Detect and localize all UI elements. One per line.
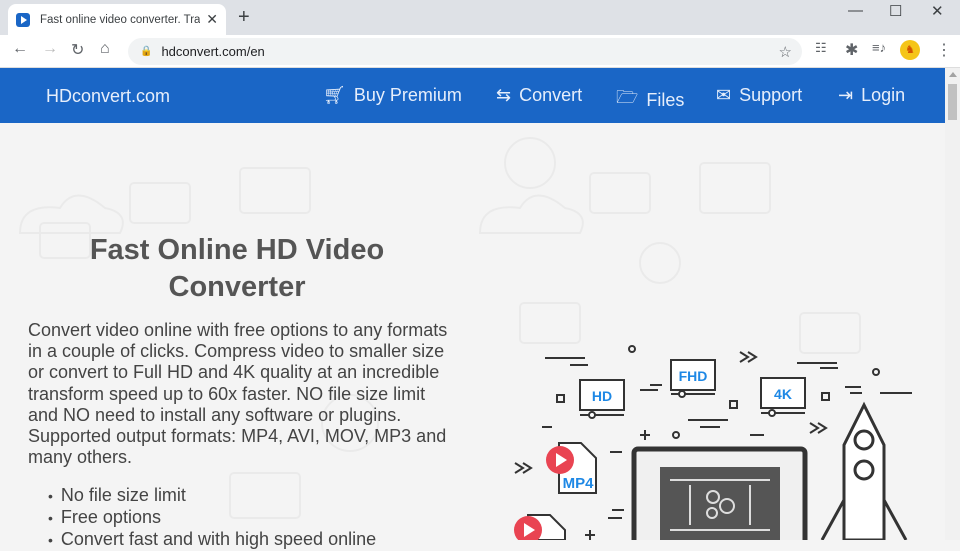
url-text: hdconvert.com/en (161, 44, 265, 59)
media-queue-icon[interactable]: ≡♪ (872, 40, 886, 55)
minimize-button[interactable]: — (848, 2, 863, 19)
nav-label: Buy Premium (353, 85, 462, 105)
menu-dots-icon[interactable]: ⋮ (936, 40, 952, 60)
new-tab-button[interactable]: + (238, 6, 250, 29)
close-window-button[interactable]: ✕ (931, 2, 944, 20)
profile-avatar[interactable]: ♞ (900, 40, 920, 60)
feature-item: Convert fast and with high speed online (48, 529, 376, 551)
envelope-icon: ✉ (716, 85, 732, 105)
bookmark-star-icon[interactable]: ☆ (779, 43, 792, 61)
forward-icon[interactable]: → (42, 40, 58, 58)
tab-title: Fast online video converter. Transform (40, 13, 201, 26)
nav-support[interactable]: ✉ Support (716, 85, 802, 106)
nav-files[interactable]: 🗁 Files (616, 85, 684, 115)
home-icon[interactable]: ⌂ (100, 40, 110, 58)
nav-label: Files (646, 89, 685, 110)
page-scrollbar[interactable] (945, 68, 960, 540)
browser-toolbar: ← → ↻ ⌂ 🔒 hdconvert.com/en ☆ ☷ ✱ ≡♪ ♞ ⋮ (0, 35, 960, 68)
fhd-label: FHD (679, 368, 708, 384)
feature-item: Free options (48, 507, 376, 529)
nav-buy-premium[interactable]: 🛒︎ Buy Premium (323, 85, 462, 106)
nav-login[interactable]: ⇥ Login (838, 85, 905, 106)
nav-label: Support (739, 85, 803, 105)
nav-convert[interactable]: ⇆ Convert (496, 85, 582, 106)
feature-list: No file size limit Free options Convert … (48, 485, 376, 551)
scroll-up-arrow-icon[interactable] (949, 72, 957, 77)
reload-icon[interactable]: ↻ (71, 40, 84, 60)
favicon-icon (16, 12, 30, 27)
4k-label: 4K (774, 386, 792, 402)
page-title: Fast Online HD Video Converter (89, 234, 385, 303)
tab-strip: Fast online video converter. Transform ✕… (0, 0, 960, 35)
browser-tab[interactable]: Fast online video converter. Transform ✕ (8, 4, 226, 35)
folder-icon: 🗁 (616, 87, 639, 107)
cart-icon: 🛒︎ (323, 85, 346, 105)
hero-description: Convert video online with free options t… (28, 320, 448, 468)
back-icon[interactable]: ← (12, 40, 28, 58)
extensions-puzzle-icon[interactable]: ✱ (845, 40, 858, 60)
site-navbar: HDconvert.com 🛒︎ Buy Premium ⇆ Convert 🗁 Fi… (0, 68, 945, 123)
converter-illustration: HD FHD 4K MP4 (514, 345, 912, 540)
maximize-button[interactable]: ☐ (889, 2, 902, 20)
site-logo[interactable]: HDconvert.com (46, 86, 170, 107)
nav-label: Convert (519, 85, 583, 105)
lock-icon: 🔒 (140, 46, 153, 57)
convert-arrows-icon: ⇆ (496, 85, 512, 105)
hd-label: HD (592, 388, 612, 404)
login-icon: ⇥ (838, 85, 854, 105)
mp4-label: MP4 (563, 475, 595, 492)
scrollbar-thumb[interactable] (948, 84, 957, 120)
feature-item: No file size limit (48, 485, 376, 507)
nav-label: Login (861, 85, 906, 105)
reader-icon[interactable]: ☷ (815, 40, 827, 56)
tab-close-icon[interactable]: ✕ (206, 11, 218, 28)
address-bar[interactable]: 🔒 hdconvert.com/en ☆ (128, 38, 802, 65)
